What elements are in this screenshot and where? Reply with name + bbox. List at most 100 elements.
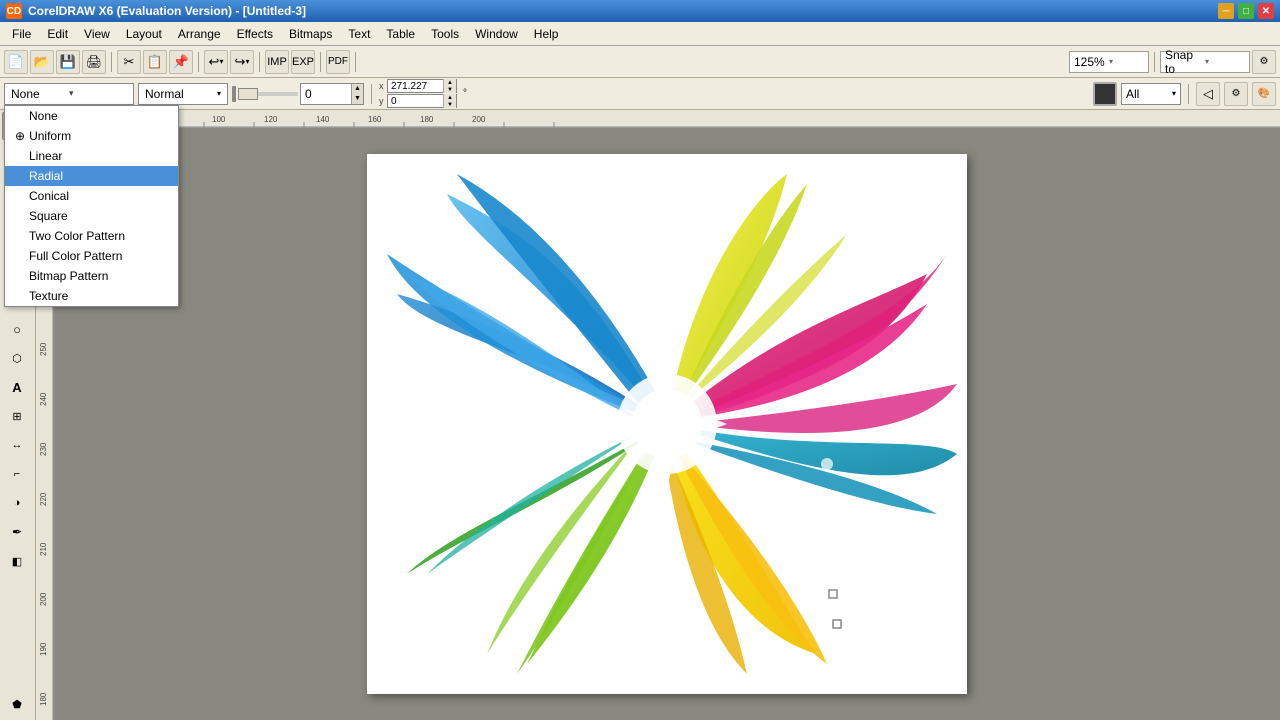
menu-window[interactable]: Window	[467, 25, 526, 43]
svg-text:220: 220	[39, 492, 48, 506]
app-icon: CD	[6, 3, 22, 19]
fill-option-bitmap[interactable]: Bitmap Pattern	[5, 266, 178, 286]
fill-option-linear[interactable]: Linear	[5, 146, 178, 166]
ellipse-tool[interactable]: ○	[2, 315, 32, 343]
document-canvas[interactable]	[54, 128, 1280, 720]
sep3	[259, 52, 260, 72]
menu-file[interactable]: File	[4, 25, 39, 43]
color-prof-btn[interactable]: 🎨	[1252, 82, 1276, 106]
uniform-icon: ⊕	[15, 129, 25, 143]
interactive-fill-tool[interactable]: ◧	[2, 547, 32, 575]
fill-option-full-color[interactable]: Full Color Pattern	[5, 246, 178, 266]
opacity-value[interactable]	[301, 84, 351, 104]
y-down[interactable]: ▼	[444, 101, 456, 108]
close-btn[interactable]: ✕	[1258, 3, 1274, 19]
menu-edit[interactable]: Edit	[39, 25, 76, 43]
fill-options-menu: None ⊕ Uniform Linear Radial Conical Squ…	[4, 105, 179, 307]
paste-btn[interactable]: 📌	[169, 50, 193, 74]
menu-tools[interactable]: Tools	[423, 25, 467, 43]
menu-view[interactable]: View	[76, 25, 118, 43]
menu-text[interactable]: Text	[340, 25, 378, 43]
fill-option-conical[interactable]: Conical	[5, 186, 178, 206]
degree-symbol: °	[463, 88, 467, 99]
sep-prop1	[371, 84, 372, 104]
copy-btn[interactable]: 📋	[143, 50, 167, 74]
opacity-up[interactable]: ▲	[351, 84, 363, 94]
dimension-tool[interactable]: ↔	[2, 431, 32, 459]
text-tool[interactable]: A	[2, 373, 32, 401]
publish-btn[interactable]: PDF	[326, 50, 350, 74]
open-btn[interactable]: 📂	[30, 50, 54, 74]
fill-type-dropdown[interactable]: None ▾	[4, 83, 134, 105]
opacity-down[interactable]: ▼	[351, 94, 363, 104]
all-dropdown[interactable]: All ▾	[1121, 83, 1181, 105]
x-label: x	[379, 81, 385, 91]
save-btn[interactable]: 💾	[56, 50, 80, 74]
fill-option-none[interactable]: None	[5, 106, 178, 126]
opacity-icon	[232, 86, 236, 102]
menu-layout[interactable]: Layout	[118, 25, 170, 43]
zoom-dropdown[interactable]: 125% ▾	[1069, 51, 1149, 73]
snap-to-dropdown[interactable]: Snap to ▾	[1160, 51, 1250, 73]
undo-btn[interactable]: ↩▾	[204, 50, 228, 74]
menu-arrange[interactable]: Arrange	[170, 25, 229, 43]
blend-mode-dropdown[interactable]: Normal ▾	[138, 83, 228, 105]
color-mgr-btn[interactable]: ⚙	[1224, 82, 1248, 106]
redo-btn[interactable]: ↪▾	[230, 50, 254, 74]
all-arrow: ▾	[1172, 89, 1176, 98]
coord-area: x 271.227 ▲ ▼ y 0 ▲ ▼	[379, 79, 457, 108]
snap-arrow: ▾	[1205, 57, 1245, 66]
fill-option-radial[interactable]: Radial	[5, 166, 178, 186]
zoom-dropdown-arrow: ▾	[1109, 57, 1144, 66]
fill-dropdown-container: None ▾ None ⊕ Uniform Linear Radial Coni…	[4, 83, 134, 105]
snap-settings-btn[interactable]: ⚙	[1252, 50, 1276, 74]
title-text: CorelDRAW X6 (Evaluation Version) - [Unt…	[28, 4, 306, 18]
opacity-slider[interactable]	[238, 92, 298, 96]
menu-bar: File Edit View Layout Arrange Effects Bi…	[0, 22, 1280, 46]
opacity-spinners: ▲ ▼	[351, 84, 363, 104]
fill-option-square[interactable]: Square	[5, 206, 178, 226]
fill-option-uniform[interactable]: ⊕ Uniform	[5, 126, 178, 146]
maximize-btn[interactable]: □	[1238, 3, 1254, 19]
svg-text:160: 160	[368, 115, 382, 124]
menu-bitmaps[interactable]: Bitmaps	[281, 25, 340, 43]
minimize-btn[interactable]: ─	[1218, 3, 1234, 19]
svg-text:120: 120	[264, 115, 278, 124]
title-bar: CD CorelDRAW X6 (Evaluation Version) - […	[0, 0, 1280, 22]
new-btn[interactable]: 📄	[4, 50, 28, 74]
opacity-input[interactable]: ▲ ▼	[300, 83, 364, 105]
polygon-tool[interactable]: ⬡	[2, 344, 32, 372]
sep2	[198, 52, 199, 72]
color-swatch-btn[interactable]	[1093, 82, 1117, 106]
y-up[interactable]: ▲	[444, 94, 456, 101]
connector-tool[interactable]: ⌐	[2, 460, 32, 488]
opacity-handle[interactable]	[238, 88, 258, 100]
smart-fill-tool[interactable]: ⬟	[2, 690, 32, 718]
svg-text:250: 250	[39, 342, 48, 356]
ruler-top: 40 60 80 100 120 140 160 180 200	[54, 110, 1280, 128]
menu-table[interactable]: Table	[378, 25, 423, 43]
table-tool[interactable]: ⊞	[2, 402, 32, 430]
sep-prop2	[1188, 84, 1189, 104]
fill-dropdown-arrow: ▾	[69, 88, 127, 99]
white-page	[367, 154, 967, 694]
svg-text:200: 200	[472, 115, 486, 124]
svg-text:180: 180	[420, 115, 434, 124]
sep1	[111, 52, 112, 72]
x-up[interactable]: ▲	[444, 79, 456, 86]
fill-option-texture[interactable]: Texture	[5, 286, 178, 306]
blend-tool[interactable]: ◑	[2, 489, 32, 517]
eyedropper-tool[interactable]: ✒	[2, 518, 32, 546]
export-btn[interactable]: EXP	[291, 50, 315, 74]
import-btn[interactable]: IMP	[265, 50, 289, 74]
menu-help[interactable]: Help	[526, 25, 567, 43]
menu-effects[interactable]: Effects	[229, 25, 281, 43]
fill-option-two-color[interactable]: Two Color Pattern	[5, 226, 178, 246]
canvas-area[interactable]: 40 60 80 100 120 140 160 180 200	[36, 110, 1280, 720]
print-btn[interactable]: 🖨	[82, 50, 106, 74]
svg-text:200: 200	[39, 592, 48, 606]
cut-btn[interactable]: ✂	[117, 50, 141, 74]
prev-btn[interactable]: ◁	[1196, 82, 1220, 106]
x-down[interactable]: ▼	[444, 86, 456, 93]
svg-text:210: 210	[39, 542, 48, 556]
